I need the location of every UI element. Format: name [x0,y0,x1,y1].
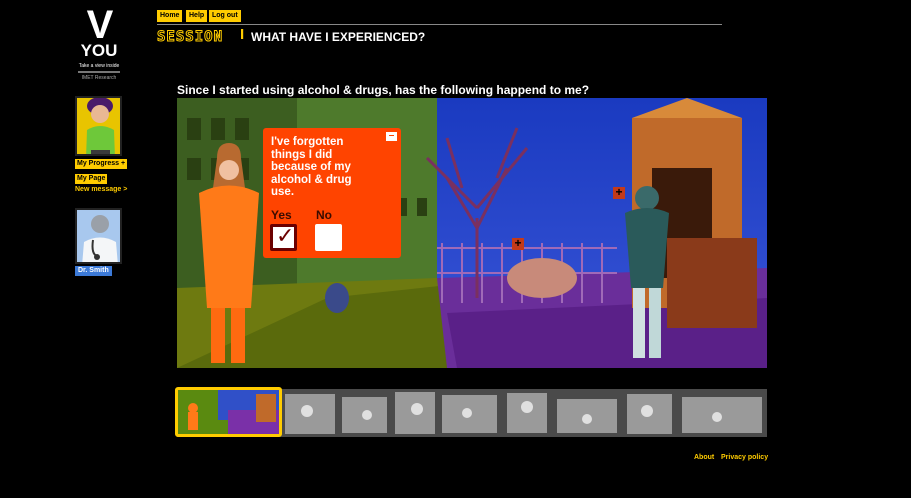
logo-divider [78,71,120,73]
minimize-icon[interactable]: – [386,131,397,141]
doctor-name-badge[interactable]: Dr. Smith [75,266,112,276]
no-label: No [316,208,332,222]
my-progress-label: My Progress [77,160,120,167]
question-card: – I've forgotten things I did because of… [263,128,401,258]
logo-mark: V [86,3,114,47]
plus-icon: + [120,160,126,167]
new-message-link[interactable]: New message > [75,186,127,193]
logout-button[interactable]: Log out [209,10,241,22]
question-heading: Since I started using alcohol & drugs, h… [177,83,590,97]
logo-tagline: Take a view inside [78,63,120,69]
about-link[interactable]: About [694,454,714,461]
hotspot-plus-icon[interactable]: + [512,237,524,250]
help-button[interactable]: Help [186,10,208,22]
logo-org: IMET Research [81,75,117,81]
home-button[interactable]: Home [157,10,183,22]
page: V YOU Take a view inside IMET Research M… [0,0,911,498]
card-statement: I've forgotten things I did because of m… [271,136,352,198]
logo-name: YOU [80,41,118,60]
app-logo[interactable]: V YOU Take a view inside IMET Research [74,3,124,81]
session-title: WHAT HAVE I EXPERIENCED? [251,30,426,44]
no-checkbox[interactable] [315,224,342,251]
header-divider [157,24,722,25]
session-number: I [240,26,245,43]
my-page-link[interactable]: My Page [75,174,108,184]
yes-checkbox[interactable]: ✓ [270,223,297,251]
privacy-policy-link[interactable]: Privacy policy [721,454,768,461]
hotspot-plus-icon[interactable]: + [613,186,625,199]
checkmark-icon: ✓ [276,223,295,248]
yes-label: Yes [271,208,292,222]
doctor-avatar[interactable] [75,208,122,264]
filmstrip-selected-thumb[interactable] [175,387,282,437]
my-progress-link[interactable]: My Progress + [75,159,128,169]
session-label: SESSION [156,29,224,46]
user-avatar[interactable] [75,96,122,156]
